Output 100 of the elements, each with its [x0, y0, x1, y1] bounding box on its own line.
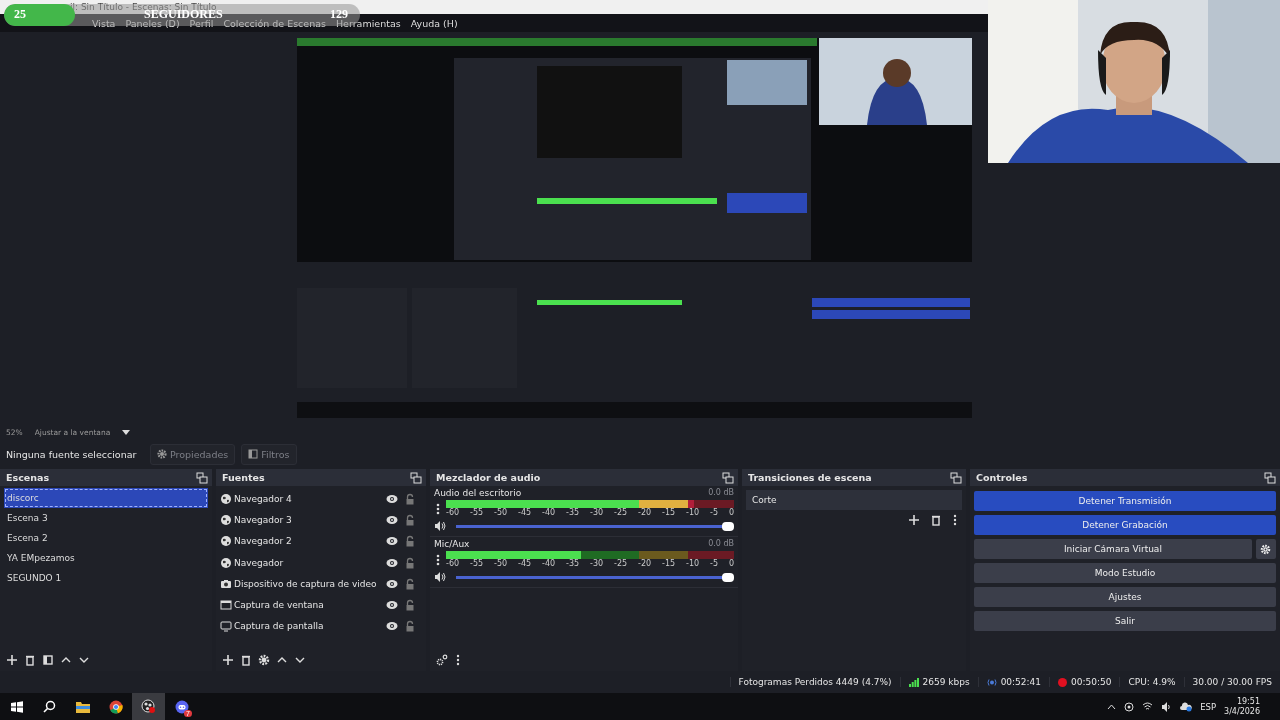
menu-item[interactable]: Ayuda (H)	[410, 17, 458, 29]
trash-icon[interactable]	[24, 654, 36, 666]
language-indicator[interactable]: ESP	[1200, 701, 1217, 712]
undock-icon[interactable]	[950, 471, 962, 484]
cloud-icon[interactable]	[1180, 701, 1193, 712]
meter-tick: -20	[638, 559, 652, 569]
menu-item[interactable]: Paneles (D)	[125, 17, 180, 29]
bitrate: 2659 kbps	[922, 677, 970, 687]
source-item[interactable]: Dispositivo de captura de video	[234, 578, 384, 589]
obs-icon	[141, 699, 156, 714]
slider-thumb[interactable]	[722, 521, 734, 531]
more-icon[interactable]	[434, 502, 442, 516]
channel-reading: 0.0 dB	[708, 539, 734, 549]
undock-icon[interactable]	[722, 471, 734, 484]
clock-time[interactable]: 19:51	[1236, 696, 1260, 707]
meter-tick: -50	[494, 508, 508, 518]
meter-tick: -25	[614, 559, 628, 569]
scene-item[interactable]: YA EMpezamos	[4, 548, 208, 568]
meter-tick: -15	[662, 559, 676, 569]
lock-icon[interactable]	[404, 513, 416, 526]
folder-icon	[75, 700, 90, 713]
control-button[interactable]: Iniciar Cámara Virtual	[974, 539, 1252, 559]
meter-tick: -5	[710, 559, 718, 569]
scene-item[interactable]: Escena 3	[4, 508, 208, 528]
control-button[interactable]: Modo Estudio	[974, 563, 1276, 583]
transition-dropdown[interactable]: Corte	[746, 490, 962, 510]
source-item[interactable]: Navegador 3	[234, 514, 384, 525]
control-button[interactable]: Detener Grabación	[974, 515, 1276, 535]
meter-tick: -40	[542, 508, 556, 518]
source-item[interactable]: Navegador 2	[234, 536, 384, 547]
more-icon[interactable]	[434, 553, 442, 567]
speaker-icon[interactable]	[434, 571, 446, 583]
scene-item[interactable]: discorc	[4, 488, 208, 508]
eye-icon[interactable]	[386, 536, 398, 547]
camera-icon[interactable]	[1124, 701, 1135, 712]
goal-current: 25	[14, 7, 26, 22]
scene-item[interactable]: SEGUNDO 1	[4, 568, 208, 588]
source-item[interactable]: Captura de ventana	[234, 600, 384, 611]
lock-icon[interactable]	[404, 492, 416, 505]
clock-date[interactable]: 3/4/2026	[1224, 706, 1260, 717]
camera-icon	[220, 577, 232, 590]
windows-icon	[10, 700, 23, 713]
eye-icon[interactable]	[386, 514, 398, 525]
wifi-icon[interactable]	[1142, 702, 1154, 711]
eye-icon[interactable]	[386, 600, 398, 611]
taskbar-app[interactable]	[132, 693, 165, 720]
trash-icon[interactable]	[930, 514, 942, 526]
filter-icon[interactable]	[42, 654, 54, 666]
source-item[interactable]: Navegador	[234, 557, 384, 568]
menu-item[interactable]: Colección de Escenas	[223, 17, 326, 29]
more-icon[interactable]	[952, 514, 958, 526]
lock-icon[interactable]	[404, 599, 416, 612]
menu-item[interactable]: Herramientas	[335, 17, 401, 29]
channel-name: Mic/Aux	[434, 539, 470, 549]
control-button[interactable]: Ajustes	[974, 587, 1276, 607]
add-icon[interactable]	[908, 514, 920, 526]
settings-button[interactable]	[1255, 539, 1276, 559]
eye-icon[interactable]	[386, 557, 398, 568]
globe-icon	[220, 513, 232, 526]
slider-thumb[interactable]	[722, 572, 734, 582]
globe-icon	[220, 535, 232, 548]
source-status: Ninguna fuente seleccionar	[6, 448, 138, 460]
control-button[interactable]: Salir	[974, 611, 1276, 631]
menu-item[interactable]: Vista	[92, 17, 116, 29]
lock-icon[interactable]	[404, 577, 416, 590]
meter-tick: -10	[686, 559, 700, 569]
meter-tick: -60	[446, 508, 460, 518]
add-icon[interactable]	[222, 654, 234, 666]
meter-tick: -25	[614, 508, 628, 518]
lock-icon[interactable]	[404, 620, 416, 633]
gear-icon[interactable]	[258, 654, 270, 666]
channel-name: Audio del escritorio	[434, 488, 522, 498]
eye-icon[interactable]	[386, 621, 398, 632]
globe-icon	[220, 492, 232, 505]
source-item[interactable]: Navegador 4	[234, 493, 384, 504]
undock-icon[interactable]	[1264, 471, 1276, 484]
caret-icon[interactable]	[122, 429, 131, 435]
undock-icon[interactable]	[410, 471, 422, 484]
meter-tick: -45	[518, 559, 532, 569]
meter-tick: -35	[566, 508, 580, 518]
chevron-up-icon[interactable]	[1107, 703, 1117, 710]
eye-icon[interactable]	[386, 578, 398, 589]
scene-item[interactable]: Escena 2	[4, 528, 208, 548]
meter-tick: -20	[638, 508, 652, 518]
meter-tick: -35	[566, 559, 580, 569]
gears-icon[interactable]	[436, 654, 448, 666]
lock-icon[interactable]	[404, 556, 416, 569]
undock-icon[interactable]	[196, 471, 208, 484]
monitor-icon	[220, 620, 232, 633]
speaker-icon[interactable]	[434, 520, 446, 532]
source-item[interactable]: Captura de pantalla	[234, 621, 384, 632]
more-icon[interactable]	[454, 654, 462, 666]
speaker-icon[interactable]	[1161, 701, 1173, 712]
add-icon[interactable]	[6, 654, 18, 666]
chrome-icon	[108, 699, 123, 714]
trash-icon[interactable]	[240, 654, 252, 666]
lock-icon[interactable]	[404, 535, 416, 548]
eye-icon[interactable]	[386, 493, 398, 504]
meter-tick: -50	[494, 559, 508, 569]
control-button[interactable]: Detener Transmisión	[974, 491, 1276, 511]
